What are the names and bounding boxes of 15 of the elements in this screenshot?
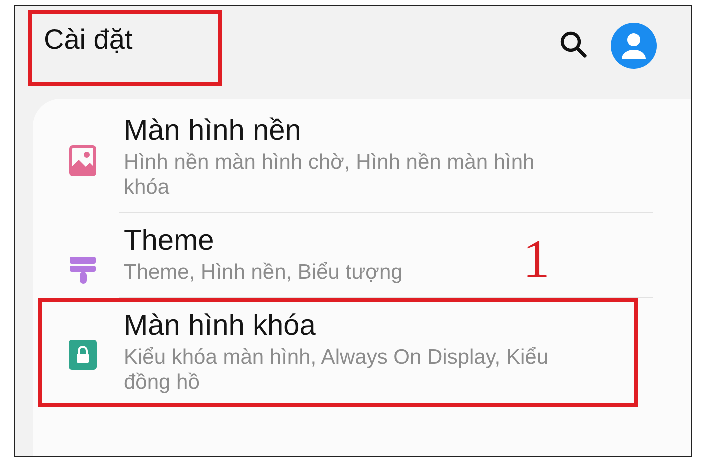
image-icon <box>69 145 97 177</box>
item-title: Màn hình khóa <box>124 310 316 343</box>
lock-icon <box>69 340 97 370</box>
paint-roller-icon <box>69 255 97 285</box>
item-subtitle: Hình nền màn hình chờ, Hình nền màn hình khóa <box>124 150 536 200</box>
page-title: Cài đặt <box>44 24 133 55</box>
profile-avatar[interactable] <box>611 23 657 69</box>
item-subtitle: Theme, Hình nền, Biểu tượng <box>124 260 403 285</box>
item-title: Màn hình nền <box>124 115 302 148</box>
settings-item[interactable]: Màn hình khóa Kiểu khóa màn hình, Always On Display, Kiểu đồng hồ <box>38 298 638 407</box>
item-subtitle: Kiểu khóa màn hình, Always On Display, Kiểu đồng hồ <box>124 345 550 395</box>
settings-item[interactable]: Màn hình nền Hình nền màn hình chờ, Hình nền màn hình khóa <box>38 103 580 212</box>
item-title: Theme <box>124 225 214 258</box>
search-icon[interactable] <box>559 30 589 60</box>
settings-item[interactable]: Theme Theme, Hình nền, Biểu tượng <box>38 213 407 297</box>
